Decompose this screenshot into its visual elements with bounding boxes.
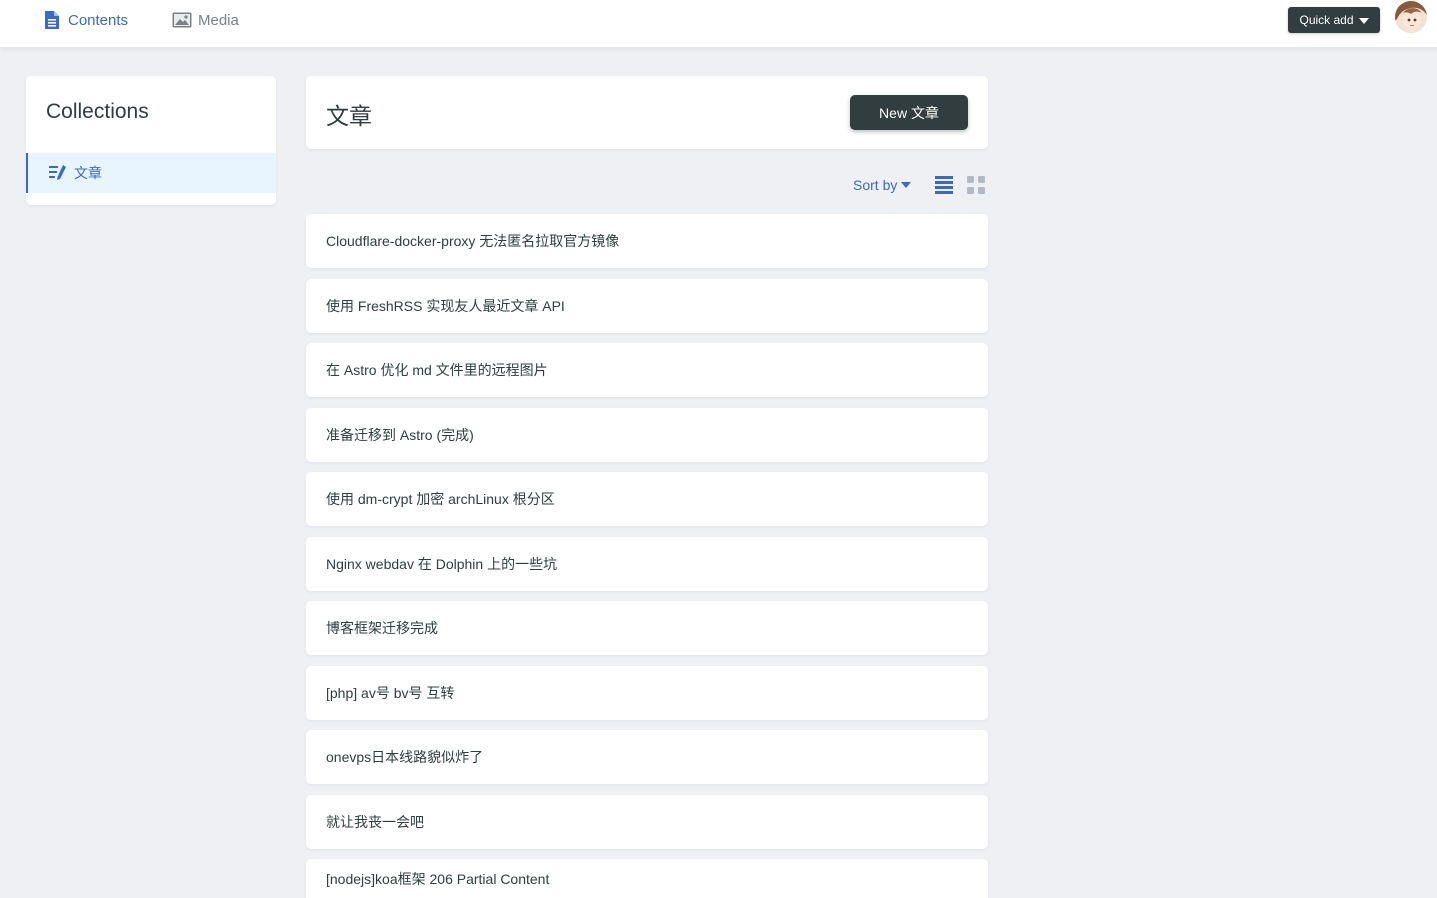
caret-down-icon [901,182,912,188]
user-avatar[interactable] [1395,1,1427,33]
list-item[interactable]: [php] av号 bv号 互转 [306,666,988,720]
new-entry-button[interactable]: New 文章 [850,95,968,130]
nav-media[interactable]: Media [172,0,239,40]
collection-header: 文章 New 文章 [306,76,988,149]
list-item[interactable]: 准备迁移到 Astro (完成) [306,408,988,462]
list-item[interactable]: Cloudflare-docker-proxy 无法匿名拉取官方镜像 [306,214,988,268]
sidebar-item-articles[interactable]: 文章 [26,153,276,193]
document-icon [42,10,62,30]
list-item[interactable]: 使用 FreshRSS 实现友人最近文章 API [306,279,988,333]
sidebar-item-label: 文章 [74,165,102,181]
list-item[interactable]: Nginx webdav 在 Dolphin 上的一些坑 [306,537,988,591]
list-item[interactable]: 就让我丧一会吧 [306,795,988,849]
collections-sidebar: Collections 文章 [26,76,276,205]
caret-down-icon [1358,17,1369,24]
sort-by-dropdown[interactable]: Sort by [853,175,912,195]
quick-add-button[interactable]: Quick add [1288,7,1380,33]
list-view-icon[interactable] [934,175,954,195]
nav-contents[interactable]: Contents [42,0,128,40]
grid-view-icon[interactable] [966,175,986,195]
collection-title: 文章 [326,103,372,129]
list-item[interactable]: 博客框架迁移完成 [306,601,988,655]
edit-lines-icon [48,163,68,183]
list-item[interactable]: onevps日本线路貌似炸了 [306,730,988,784]
nav-contents-label: Contents [68,11,129,29]
sort-by-label: Sort by [853,177,898,193]
nav-media-label: Media [198,11,239,29]
sidebar-title: Collections [46,100,149,123]
quick-add-label: Quick add [1299,13,1354,27]
list-item[interactable]: 在 Astro 优化 md 文件里的远程图片 [306,343,988,397]
list-item[interactable]: [nodejs]koa框架 206 Partial Content [306,859,988,898]
top-bar: Contents Media Quick add [0,0,1437,48]
list-item[interactable]: 使用 dm-crypt 加密 archLinux 根分区 [306,472,988,526]
image-icon [172,10,192,30]
